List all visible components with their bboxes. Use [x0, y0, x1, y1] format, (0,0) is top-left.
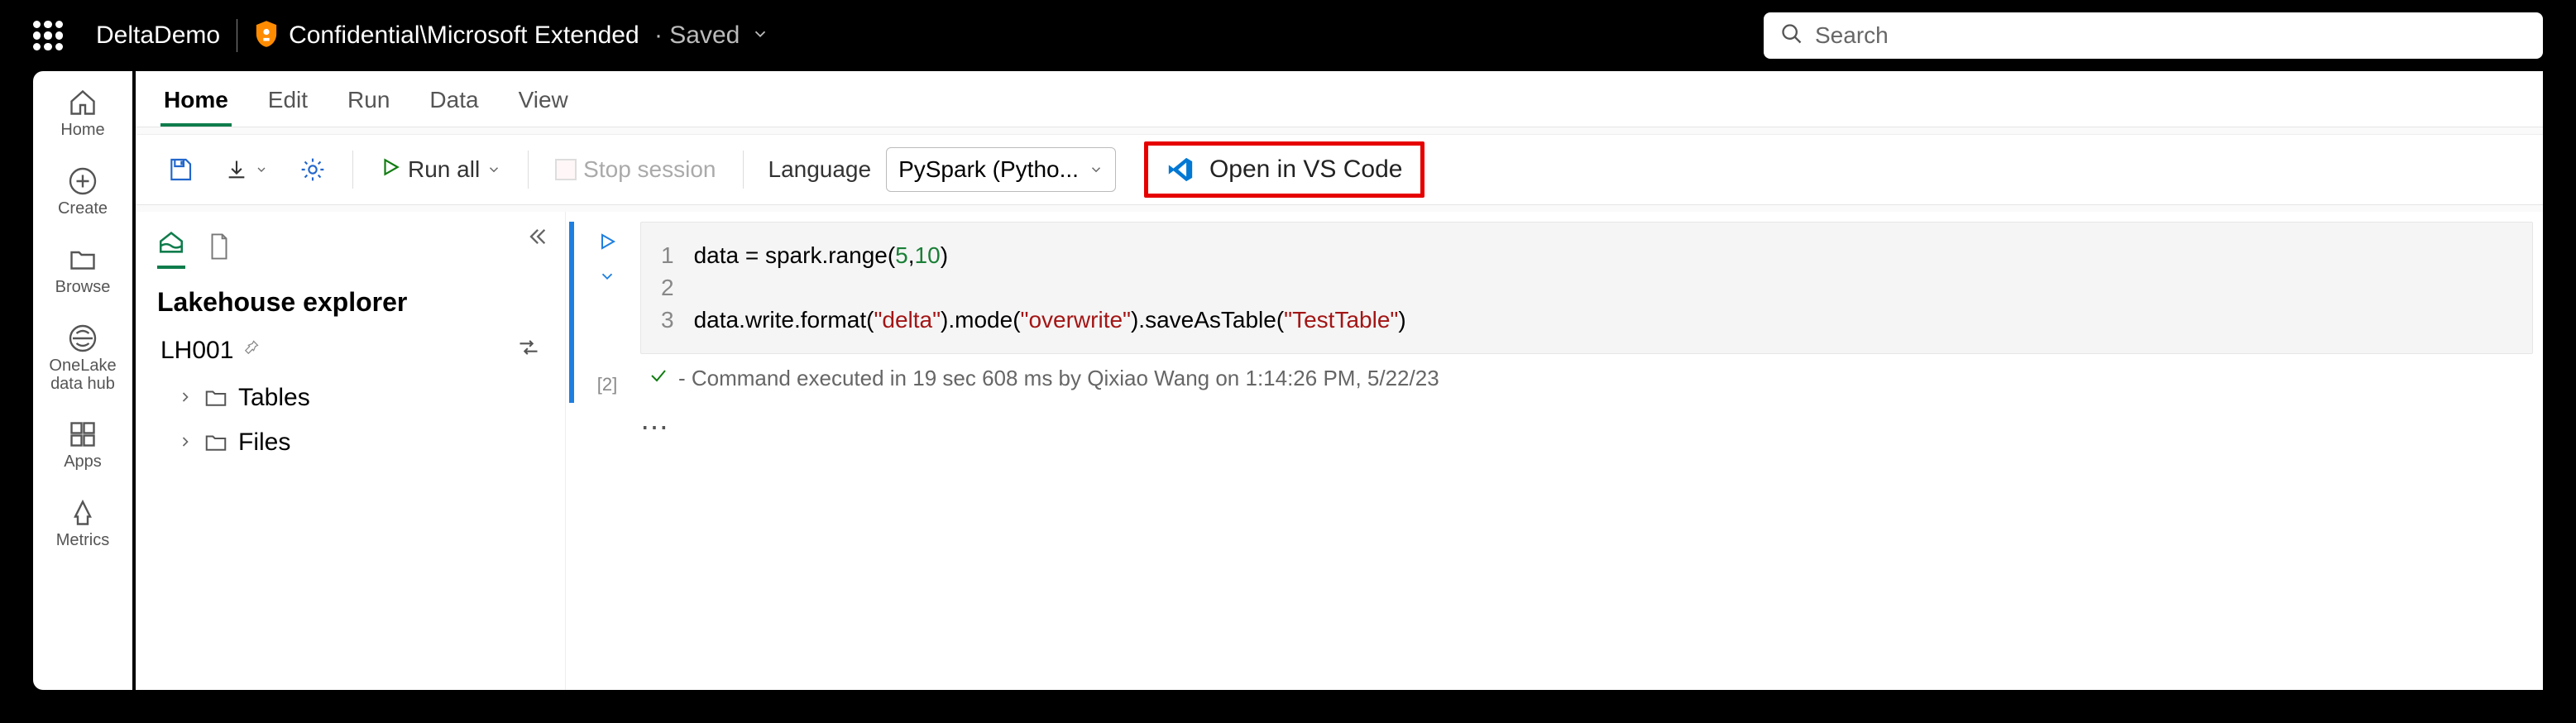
language-label: Language — [768, 156, 872, 183]
search-input[interactable] — [1815, 22, 2526, 49]
saved-indicator: · Saved — [648, 22, 740, 50]
open-in-vscode-button[interactable]: Open in VS Code — [1144, 141, 1424, 198]
toolbar: Run all Stop session Language PySpark (P… — [136, 134, 2543, 205]
main-panel: Home Edit Run Data View Run all — [136, 71, 2543, 690]
code-cell[interactable]: [2] 1 2 3 data = spark.range(5,10) data.… — [569, 222, 2533, 403]
run-all-button[interactable]: Run all — [371, 150, 510, 190]
search-icon — [1780, 22, 1803, 50]
tab-data[interactable]: Data — [426, 77, 481, 127]
left-nav-rail: Home Create Browse OneLake data hub Apps… — [33, 71, 132, 690]
lakehouse-item[interactable]: LH001 — [136, 326, 565, 376]
cell-controls: [2] — [574, 222, 640, 403]
tab-edit[interactable]: Edit — [265, 77, 311, 127]
app-launcher-icon[interactable] — [33, 21, 63, 50]
pin-icon[interactable] — [243, 337, 263, 365]
chevron-down-icon — [486, 156, 501, 183]
explorer-tab-lakehouse[interactable] — [157, 228, 185, 269]
shield-icon — [254, 20, 279, 52]
tree-node-tables[interactable]: Tables — [136, 376, 565, 420]
collapse-panel-icon[interactable] — [525, 225, 548, 252]
code-content[interactable]: data = spark.range(5,10) data.write.form… — [694, 239, 2512, 337]
sync-icon[interactable] — [517, 336, 540, 366]
tab-home[interactable]: Home — [160, 77, 232, 127]
toolbar-divider — [352, 151, 353, 189]
sensitivity-label[interactable]: Confidential\Microsoft Extended — [289, 22, 639, 50]
toolbar-divider — [528, 151, 529, 189]
toolbar-divider — [743, 151, 744, 189]
exec-count: [2] — [597, 374, 617, 395]
tab-view[interactable]: View — [515, 77, 572, 127]
check-icon — [649, 366, 668, 391]
download-button[interactable] — [217, 151, 276, 188]
tab-run[interactable]: Run — [344, 77, 393, 127]
save-button[interactable] — [159, 150, 202, 189]
code-editor[interactable]: 1 2 3 data = spark.range(5,10) data.writ… — [640, 222, 2533, 354]
search-box[interactable] — [1764, 12, 2543, 59]
play-icon — [380, 156, 401, 184]
vscode-icon — [1166, 156, 1195, 184]
nav-browse[interactable]: Browse — [33, 240, 132, 302]
settings-button[interactable] — [291, 150, 334, 189]
nav-create[interactable]: Create — [33, 161, 132, 223]
line-numbers: 1 2 3 — [661, 239, 694, 337]
ribbon-tabs: Home Edit Run Data View — [136, 71, 2543, 127]
nav-home[interactable]: Home — [33, 83, 132, 145]
top-bar: DeltaDemo Confidential\Microsoft Extende… — [0, 0, 2576, 71]
more-cells-icon[interactable]: ⋯ — [625, 403, 2533, 452]
tree-node-files[interactable]: Files — [136, 420, 565, 465]
explorer-title: Lakehouse explorer — [136, 269, 565, 326]
chevron-down-icon[interactable] — [751, 25, 769, 47]
chevron-right-icon — [177, 384, 194, 412]
cell-status: - Command executed in 19 sec 608 ms by Q… — [640, 354, 2533, 403]
run-cell-button[interactable] — [597, 232, 617, 257]
language-select[interactable]: PySpark (Pytho... — [886, 147, 1116, 192]
workspace: Lakehouse explorer LH001 Tables — [136, 212, 2543, 690]
expand-cell-button[interactable] — [598, 267, 616, 290]
workspace-title[interactable]: DeltaDemo — [96, 22, 220, 50]
stop-session-button[interactable]: Stop session — [547, 150, 724, 189]
stop-icon — [555, 159, 577, 180]
nav-onelake-data-hub[interactable]: OneLake data hub — [33, 318, 132, 398]
lakehouse-explorer-panel: Lakehouse explorer LH001 Tables — [136, 212, 566, 690]
chevron-down-icon — [1089, 162, 1104, 177]
chevron-right-icon — [177, 429, 194, 457]
notebook-area: [2] 1 2 3 data = spark.range(5,10) data.… — [566, 212, 2543, 690]
nav-apps[interactable]: Apps — [33, 414, 132, 476]
folder-icon — [203, 385, 228, 410]
nav-metrics[interactable]: Metrics — [33, 493, 132, 555]
explorer-tab-file[interactable] — [207, 232, 232, 265]
folder-icon — [203, 430, 228, 455]
